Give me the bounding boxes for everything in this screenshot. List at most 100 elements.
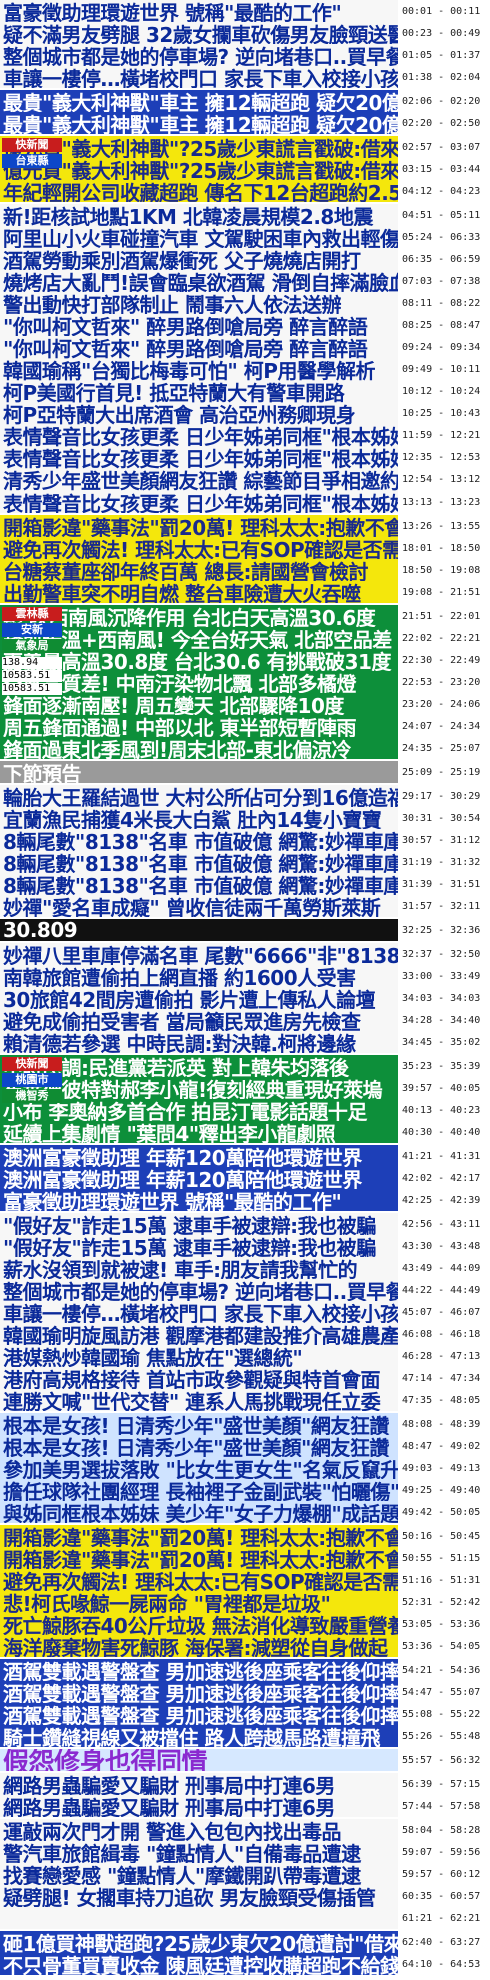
frame-caption-panel: 新!距核試地點1KM 北韓凌晨規模2.8地震 阿里山小火車碰撞汽車 文駕駛困車內救… (0, 204, 398, 513)
timestamp-range: 09:24 - 09:34 (402, 342, 481, 353)
timestamp-range: 42:02 - 42:17 (402, 1172, 481, 1184)
timestamp-range: 43:30 - 43:48 (402, 1240, 481, 1252)
stock-ticker-value: 10583.51 (2, 683, 62, 695)
timestamp-range: 13:13 - 13:23 (402, 496, 481, 508)
caption-line: 延續上集劇情 "葉問4"釋出李小龍劇照 (3, 1121, 336, 1144)
timestamp-range: 24:35 - 25:07 (402, 742, 481, 754)
timestamp-range: 07:03 - 07:38 (402, 275, 481, 287)
timestamp-range: 00:23 - 00:49 (402, 27, 481, 39)
timestamp-range: 08:11 - 08:22 (402, 297, 481, 309)
stock-ticker-value: 10583.51 (2, 670, 62, 682)
timestamp-range: 02:57 - 03:07 (402, 141, 481, 153)
timestamp-column: 04:51 - 05:11 05:24 - 06:33 06:35 - 06:59 0… (402, 204, 490, 513)
timestamp-range: 61:21 - 62:21 (402, 1912, 481, 1924)
caption-line: 不只骨董買賣收金 陳風廷遭控收購超跑不給錢 (3, 1953, 398, 1976)
timestamp-range: 12:35 - 12:53 (402, 452, 481, 464)
timestamp-column: 21:51 - 22:01 22:02 - 22:21 22:30 - 22:49 2… (402, 605, 490, 759)
channel-badge: 桃園市 (2, 1073, 62, 1087)
frame-9: 妙禪八里車庫停滿名車 尾數"6666"非"8138" 南韓旅館遭偷拍上網直播 約1… (0, 943, 490, 1053)
channel-badge: 快新聞 (2, 1057, 62, 1071)
caption-line: 車讓一樓停…橫堵校門口 家長下車入校接小孩 (3, 1301, 398, 1324)
caption-line: 最貴"義大利神獸"車主 擁12輛超跑 疑欠20億遭討債 (3, 112, 398, 135)
caption-line: 澳洲富豪徵助理 年薪120萬陪他環遊世界 (3, 1167, 362, 1190)
timestamp-range: 00:01 - 00:11 (402, 5, 481, 17)
stock-ticker-value: 138.94 (2, 657, 62, 669)
timestamp-range: 08:25 - 08:47 (402, 319, 481, 331)
timestamp-range: 02:20 - 02:50 (402, 117, 481, 129)
frame-caption-panel: 網路男蟲騙愛又騙財 刑事局中打連6男 網路男蟲騙愛又騙財 刑事局中打連6男 (0, 1773, 398, 1817)
channel-badge: 台東縣 (2, 154, 62, 168)
caption-line: 港媒熱炒韓國瑜 焦點放在"選總統" (3, 1345, 303, 1368)
timestamp-range: 39:57 - 40:05 (402, 1082, 481, 1094)
timestamp-range: 01:05 - 01:37 (402, 49, 481, 61)
timestamp-range: 55:26 - 55:48 (402, 1730, 481, 1742)
caption-line: 車讓一樓停…橫堵校門口 家長下車入校接小孩 (3, 66, 398, 89)
timestamp-column: 56:39 - 57:15 57:44 - 57:58 (402, 1773, 490, 1817)
timestamp-range: 52:31 - 52:42 (402, 1596, 481, 1608)
caption-line: 澳洲富豪徵助理 年薪120萬陪他環遊世界 (3, 1145, 362, 1168)
caption-line: 表情聲音比女孩更柔 日少年姊弟同框"根本姊妹" (3, 447, 398, 469)
frame-caption-panel: 根本是女孩! 日清秀少年"盛世美顏"網友狂讚 根本是女孩! 日清秀少年"盛世美顏"… (0, 1413, 398, 1523)
caption-line: "你叫柯文哲來" 醉男路倒嗆局旁 醉言醉語 (3, 337, 368, 359)
timestamp-range: 30:31 - 30:54 (402, 812, 481, 824)
frame-caption-panel: 酒駕雙載遇警盤查 男加速逃後座乘客往後仰摔車 酒駕雙載遇警盤查 男加速逃後座乘客往… (0, 1659, 398, 1747)
frame-18: 運敲兩次門才開 警進入包包內找出毒品 警汽車旅館緝毒 "鐘點情人"自備毒品遭逮 找賽… (0, 1819, 490, 1929)
timestamp-range: 43:49 - 44:09 (402, 1262, 481, 1274)
frame-19: 砸1億買神獸超跑?25歲少東欠20億遭討"借來擺的"不只骨董買賣收金 陳風廷遭控… (0, 1931, 490, 1975)
timestamp-range: 62:40 - 63:27 (402, 1936, 481, 1948)
frame-6: 下節預告 25:09 - 25:19 (0, 761, 490, 783)
frame-0: 富豪徵助理環遊世界 號稱"最酷的工作" 疑不滿男友劈腿 32歲女攔車砍傷男友臉頸送… (0, 0, 490, 88)
timestamp-column: 25:09 - 25:19 (402, 761, 490, 783)
frame-caption-panel: 運敲兩次門才開 警進入包包內找出毒品 警汽車旅館緝毒 "鐘點情人"自備毒品遭逮 找賽… (0, 1819, 398, 1929)
caption-line: 與姊同框根本姊妹 美少年"女子力爆棚"成話題 (3, 1501, 398, 1524)
caption-line: 宜蘭漁民捕獲4米長大白鯊 肚內14隻小寶寶 (3, 807, 382, 830)
timestamp-range: 48:08 - 48:39 (402, 1418, 481, 1430)
timestamp-range: 58:04 - 58:28 (402, 1824, 481, 1836)
timestamp-range: 03:15 - 03:44 (402, 163, 481, 175)
timestamp-range: 10:12 - 10:24 (402, 386, 481, 398)
frame-caption-panel: 砸1億買神獸超跑?25歲少東欠20億遭討"借來擺的"不只骨董買賣收金 陳風廷遭控… (0, 1931, 398, 1975)
timestamp-column: 32:37 - 32:50 33:00 - 33:49 34:03 - 34:03 3… (402, 943, 490, 1053)
channel-badge: 雲林縣 (2, 607, 62, 621)
timestamp-range: 32:25 - 32:36 (402, 924, 481, 936)
frame-caption-panel: 假怨修身也得同情 (0, 1749, 398, 1771)
caption-line: 疑不滿男友劈腿 32歲女攔車砍傷男友臉頸送醫 (3, 22, 398, 45)
frame-caption-panel: 妙禪八里車庫停滿名車 尾數"6666"非"8138" 南韓旅館遭偷拍上網直播 約1… (0, 943, 398, 1053)
caption-line: 酒駕雙載遇警盤查 男加速逃後座乘客往後仰摔車 (3, 1659, 398, 1682)
timestamp-column: 35:23 - 35:39 39:57 - 40:05 40:13 - 40:23 4… (402, 1055, 490, 1143)
timestamp-range: 10:25 - 10:43 (402, 408, 481, 420)
contact-sheet: 富豪徵助理環遊世界 號稱"最酷的工作" 疑不滿男友劈腿 32歲女攔車砍傷男友臉頸送… (0, 0, 490, 1980)
caption-line: 薪水沒領到就被逮! 車手:朋友請我幫忙的 (3, 1257, 358, 1280)
frame-caption-panel: 開箱影違"藥事法"罰20萬! 理科太太:抱歉不會再發生避免再次觸法! 理科太太:… (0, 515, 398, 603)
caption-line: 整個城市都是她的停車場? 逆向堵巷口..買早餐 (3, 1279, 398, 1302)
caption-line: 賴清德若參選 中時民調:對決韓.柯將邊緣 (3, 1031, 356, 1054)
caption-line: 警出動快打部隊制止 鬧事六人依法送辦 (3, 292, 341, 315)
timestamp-range: 48:47 - 49:02 (402, 1440, 481, 1452)
timestamp-range: 11:59 - 12:21 (402, 430, 481, 442)
caption-line: 下節預告 (3, 761, 82, 784)
caption-line: 連勝文喊"世代交替" 連系人馬挑戰現任立委 (3, 1389, 381, 1412)
timestamp-range: 31:39 - 31:51 (402, 878, 481, 890)
timestamp-range: 05:24 - 06:33 (402, 231, 481, 243)
timestamp-range: 46:28 - 47:13 (402, 1350, 481, 1362)
timestamp-range: 60:35 - 60:57 (402, 1890, 481, 1902)
timestamp-range: 49:03 - 49:13 (402, 1462, 481, 1474)
timestamp-column: 29:17 - 30:29 30:31 - 30:54 30:57 - 31:12 3… (402, 785, 490, 917)
timestamp-range: 47:35 - 48:05 (402, 1394, 481, 1406)
timestamp-range: 34:03 - 34:03 (402, 992, 481, 1004)
caption-line: 富豪徵助理環遊世界 號稱"最酷的工作" (3, 1189, 342, 1212)
timestamp-column: 02:06 - 02:20 02:20 - 02:50 (402, 90, 490, 134)
frame-caption-panel: 下節預告 (0, 761, 398, 783)
caption-line: 開箱影違"藥事法"罰20萬! 理科太太:抱歉不會再發生 (3, 515, 398, 538)
timestamp-range: 42:25 - 42:39 (402, 1194, 481, 1206)
timestamp-range: 23:20 - 24:06 (402, 698, 481, 710)
timestamp-range: 09:49 - 10:11 (402, 364, 481, 376)
caption-line: 8輛尾數"8138"名車 市值破億 網驚:妙禪車庫? (3, 851, 398, 874)
timestamp-range: 49:42 - 50:05 (402, 1506, 481, 1518)
caption-line: 避免成偷拍受害者 當局籲民眾進房先檢查 (3, 1009, 361, 1032)
timestamp-range: 47:14 - 47:34 (402, 1372, 481, 1384)
timestamp-column: 32:25 - 32:36 (402, 919, 490, 941)
caption-line: 30旅館42間房遭偷拍 影片遭上傳私人論壇 (3, 987, 376, 1010)
caption-line: 清秀少年盛世美顏網友狂讚 綜藝節目爭相邀約 (3, 469, 398, 492)
timestamp-range: 54:47 - 55:07 (402, 1686, 481, 1698)
